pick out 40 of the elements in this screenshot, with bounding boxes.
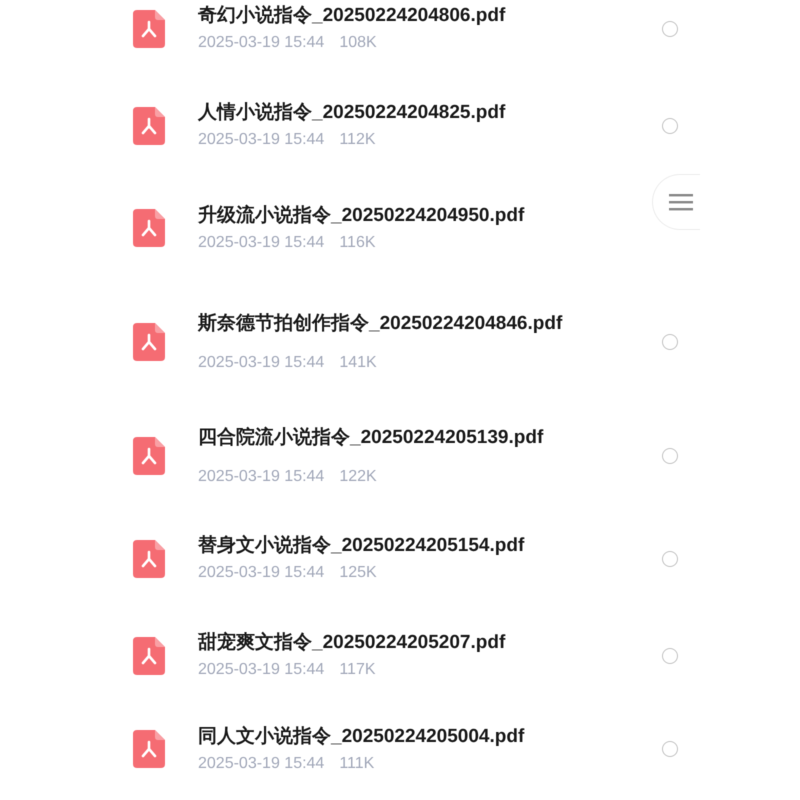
file-size: 122K	[339, 466, 377, 486]
menu-icon	[669, 193, 693, 211]
file-date: 2025-03-19 15:44	[198, 563, 324, 583]
pdf-file-icon	[133, 437, 165, 475]
file-date: 2025-03-19 15:44	[198, 232, 324, 252]
radio-button[interactable]	[662, 550, 678, 566]
pdf-file-icon	[133, 209, 165, 247]
pdf-file-icon	[133, 730, 165, 768]
file-size: 125K	[339, 563, 377, 583]
radio-button[interactable]	[662, 648, 678, 664]
pdf-file-icon	[133, 10, 165, 48]
file-date: 2025-03-19 15:44	[198, 466, 324, 486]
file-date: 2025-03-19 15:44	[198, 352, 324, 372]
file-name: 人情小说指令_20250224204825.pdf	[198, 101, 506, 125]
radio-button[interactable]	[662, 334, 678, 350]
file-date: 2025-03-19 15:44	[198, 660, 324, 680]
file-name: 斯奈德节拍创作指令_20250224204846.pdf	[198, 312, 564, 336]
radio-button[interactable]	[662, 741, 678, 757]
radio-button[interactable]	[662, 118, 678, 134]
file-size: 112K	[339, 130, 376, 150]
file-name: 四合院流小说指令_20250224205139.pdf	[198, 426, 544, 450]
radio-button[interactable]	[662, 20, 678, 36]
file-size: 108K	[339, 33, 377, 53]
file-name: 同人文小说指令_20250224205004.pdf	[198, 724, 526, 748]
file-name: 升级流小说指令_20250224204950.pdf	[198, 204, 526, 228]
file-date: 2025-03-19 15:44	[198, 130, 324, 150]
pdf-file-icon	[133, 106, 165, 144]
file-name: 替身文小说指令_20250224205154.pdf	[198, 534, 526, 558]
file-name: 奇幻小说指令_20250224204806.pdf	[198, 4, 506, 28]
file-size: 117K	[339, 660, 376, 680]
file-size: 141K	[339, 352, 377, 372]
file-date: 2025-03-19 15:44	[198, 33, 324, 53]
file-size: 116K	[339, 232, 376, 252]
pdf-file-icon	[133, 323, 165, 361]
file-date: 2025-03-19 15:44	[198, 754, 324, 774]
file-name: 甜宠爽文指令_20250224205207.pdf	[198, 630, 506, 655]
pdf-file-icon	[133, 636, 165, 674]
file-size: 111K	[339, 754, 374, 774]
radio-button[interactable]	[662, 448, 678, 464]
pdf-file-icon	[133, 540, 165, 578]
